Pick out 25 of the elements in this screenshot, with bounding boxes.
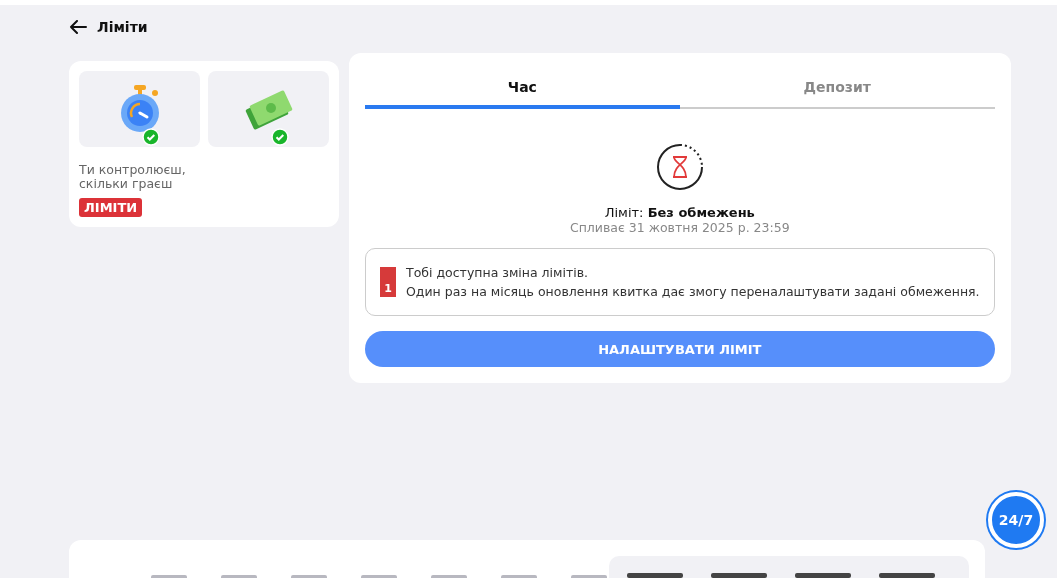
promo-badge: ЛІМІТИ — [79, 198, 143, 217]
back-arrow-icon[interactable] — [69, 20, 87, 34]
payment-logo-icon — [499, 572, 539, 578]
payment-logo-icon — [149, 572, 189, 578]
payment-logo-icon — [289, 572, 329, 578]
ticket-icon: 1 — [380, 267, 396, 297]
payment-logo-icon — [569, 572, 609, 578]
promo-text: Ти контролюєш, скільки граєш — [79, 163, 187, 191]
partner-logo-icon — [793, 570, 853, 578]
payment-logo-icon — [359, 572, 399, 578]
expiry-text: Спливає 31 жовтня 2025 р. 23:59 — [569, 220, 790, 235]
payment-logo-icon — [429, 572, 469, 578]
tab[interactable]: Депозит — [679, 69, 995, 109]
notice-title: Тобі доступна зміна лімітів. — [406, 264, 590, 282]
partner-logo-icon — [625, 570, 685, 578]
payment-logo-icon — [219, 572, 259, 578]
set-limit-button[interactable]: НАЛАШТУВАТИ ЛІМІТ — [365, 331, 995, 367]
page-title: Ліміти — [97, 19, 148, 35]
notice-body: Один раз на місяць оновлення квитка дає змогу переналаштувати задані обмеження. — [406, 283, 980, 301]
limit-value: Ліміт: Без обмежень — [604, 205, 755, 220]
tab[interactable]: Час — [365, 69, 680, 109]
hourglass-timer-icon — [655, 143, 704, 191]
partner-logo-icon — [877, 570, 937, 578]
support-chat-button[interactable]: 24/7 — [988, 492, 1044, 548]
partner-logo-icon — [709, 570, 769, 578]
